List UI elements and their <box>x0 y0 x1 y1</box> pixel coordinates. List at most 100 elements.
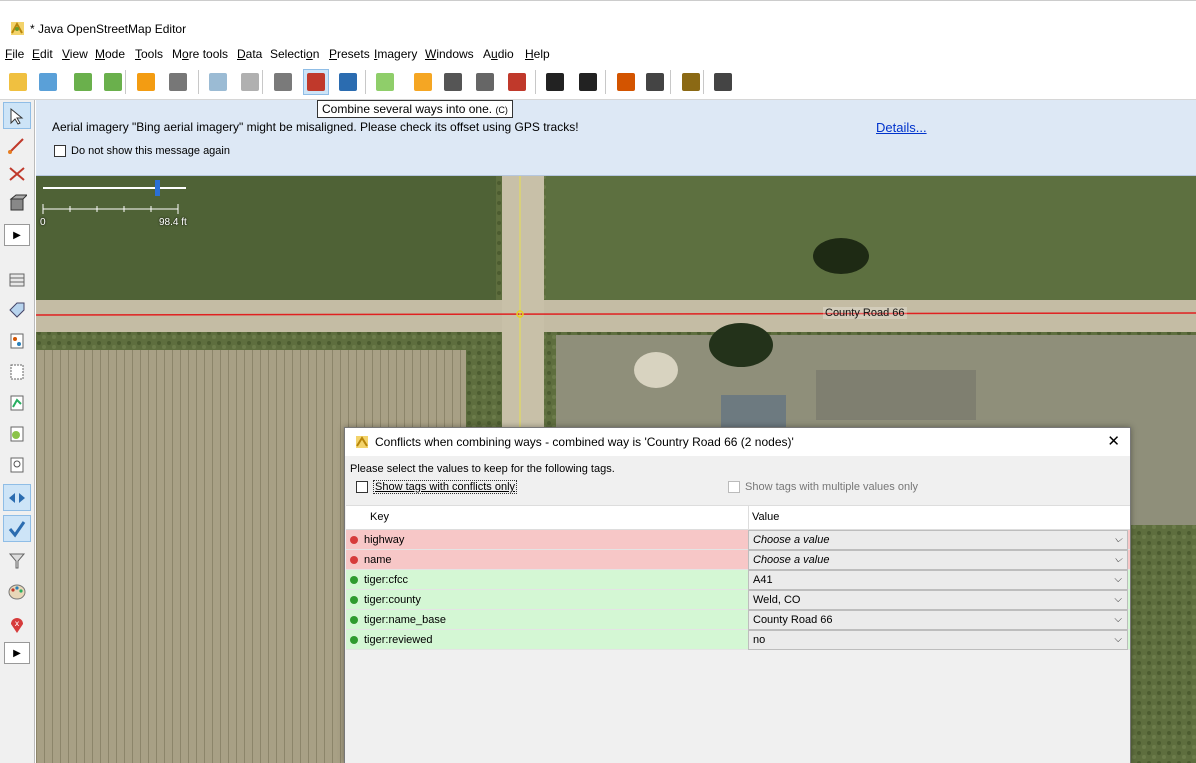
table-row[interactable]: tiger:name_base County Road 66 ⌵ <box>346 610 1130 630</box>
car-button[interactable] <box>542 69 568 95</box>
road-preset-button[interactable] <box>410 69 436 95</box>
tag-value-dropdown[interactable]: no ⌵ <box>748 630 1128 650</box>
wall-preset-button[interactable] <box>504 69 530 95</box>
value-column-header[interactable]: Value <box>752 511 779 523</box>
menu-item[interactable]: Edit <box>32 47 53 61</box>
preset-grid-button[interactable] <box>372 69 398 95</box>
chevron-down-icon[interactable]: ⌵ <box>1114 591 1122 609</box>
menu-item[interactable]: Data <box>237 47 262 61</box>
open-button[interactable] <box>5 69 31 95</box>
menu-item[interactable]: More tools <box>172 47 228 61</box>
select-mode-button[interactable] <box>3 102 31 129</box>
history-button[interactable] <box>3 358 31 385</box>
tag-value-dropdown[interactable]: Weld, CO ⌵ <box>748 590 1128 610</box>
rail-preset-button[interactable] <box>440 69 466 95</box>
tags-button[interactable] <box>3 296 31 323</box>
tooltip-text: Combine several ways into one. <box>322 102 493 116</box>
redo-button[interactable] <box>165 69 191 95</box>
tag-value: County Road 66 <box>753 614 833 626</box>
undo-button[interactable] <box>133 69 159 95</box>
menu-mnemonic: W <box>425 47 437 61</box>
warning-button[interactable] <box>613 69 639 95</box>
reverse-way-button[interactable] <box>335 69 361 95</box>
changeset-icon <box>10 395 24 410</box>
tag-value-dropdown[interactable]: County Road 66 ⌵ <box>748 610 1128 630</box>
menu-item[interactable]: Imagery <box>374 47 417 61</box>
chevron-down-icon[interactable]: ⌵ <box>1114 551 1122 569</box>
table-header: Key Value <box>346 506 1130 530</box>
selection-list-button[interactable] <box>3 327 31 354</box>
checkbox-box[interactable] <box>356 481 368 493</box>
conflict-button[interactable] <box>3 484 31 511</box>
bus-button[interactable] <box>575 69 601 95</box>
improve-way-button[interactable] <box>3 160 31 187</box>
split-way-button[interactable] <box>270 69 296 95</box>
map-paint-button[interactable] <box>3 420 31 447</box>
table-row[interactable]: name Choose a value ⌵ <box>346 550 1130 570</box>
checkbox-box[interactable] <box>54 145 66 157</box>
castle-button[interactable] <box>678 69 704 95</box>
tag-value: Choose a value <box>753 554 830 566</box>
chevron-down-icon[interactable]: ⌵ <box>1114 571 1122 589</box>
download-button[interactable] <box>35 69 61 95</box>
multiple-values-checkbox[interactable]: Show tags with multiple values only <box>728 481 918 493</box>
menu-mnemonic: H <box>525 47 534 61</box>
tag-value-dropdown[interactable]: Choose a value ⌵ <box>748 550 1128 570</box>
chevron-down-icon[interactable]: ⌵ <box>1114 611 1122 629</box>
menu-item[interactable]: View <box>62 47 88 61</box>
combine-way-button[interactable] <box>303 69 329 95</box>
tag-key: tiger:name_base <box>364 614 446 626</box>
chart-button[interactable] <box>710 69 736 95</box>
draw-mode-button[interactable] <box>3 131 31 158</box>
toolbar-separator <box>703 70 704 94</box>
more-modes-arrow[interactable]: ▶ <box>4 224 30 246</box>
menu-text: ools <box>141 47 164 61</box>
validation-button[interactable] <box>3 515 31 542</box>
map-style-button[interactable] <box>3 578 31 605</box>
menu-mnemonic: V <box>62 47 70 61</box>
tag-value-dropdown[interactable]: Choose a value ⌵ <box>748 530 1128 550</box>
conflicts-only-checkbox[interactable]: Show tags with conflicts only <box>356 480 518 494</box>
preferences-button[interactable] <box>237 69 263 95</box>
table-row[interactable]: highway Choose a value ⌵ <box>346 530 1130 550</box>
menu-mnemonic: M <box>95 47 105 61</box>
table-row[interactable]: tiger:county Weld, CO ⌵ <box>346 590 1130 610</box>
close-icon[interactable]: ✕ <box>1107 432 1120 450</box>
key-column-header[interactable]: Key <box>370 511 389 523</box>
menu-item[interactable]: File <box>5 47 24 61</box>
preferences-icon <box>241 73 259 91</box>
menu-item[interactable]: Presets <box>329 47 370 61</box>
details-link[interactable]: Details... <box>876 120 927 135</box>
layers-button[interactable] <box>3 266 31 293</box>
tag-value-dropdown[interactable]: A41 ⌵ <box>748 570 1128 590</box>
notes-button[interactable]: x <box>3 610 31 637</box>
upload-button[interactable] <box>100 69 126 95</box>
more-dialogs-arrow[interactable]: ▶ <box>4 642 30 664</box>
user-list-button[interactable] <box>3 451 31 478</box>
download-object-button[interactable] <box>70 69 96 95</box>
menu-item[interactable]: Audio <box>483 47 514 61</box>
table-row[interactable]: tiger:reviewed no ⌵ <box>346 630 1130 650</box>
menu-item[interactable]: Tools <box>135 47 163 61</box>
food-button[interactable] <box>642 69 668 95</box>
menu-text: n <box>312 47 320 61</box>
extrude-button[interactable] <box>3 189 31 216</box>
conflict-icon <box>9 492 25 503</box>
notes-pin-icon: x <box>11 617 23 633</box>
menu-item[interactable]: Windows <box>425 47 474 61</box>
checkbox-box[interactable] <box>728 481 740 493</box>
triangle-right-icon: ▶ <box>13 229 21 241</box>
chevron-down-icon[interactable]: ⌵ <box>1114 531 1122 549</box>
table-row[interactable]: tiger:cfcc A41 ⌵ <box>346 570 1130 590</box>
menu-item[interactable]: Mode <box>95 47 125 61</box>
filter-button[interactable] <box>3 547 31 574</box>
ok-status-icon <box>350 616 358 624</box>
traffic-signal-button[interactable] <box>472 69 498 95</box>
changeset-button[interactable] <box>3 389 31 416</box>
menu-item[interactable]: Selection <box>270 47 319 61</box>
dont-show-checkbox[interactable]: Do not show this message again <box>54 145 230 157</box>
chevron-down-icon[interactable]: ⌵ <box>1114 631 1122 649</box>
zoom-button[interactable] <box>205 69 231 95</box>
bus-icon <box>579 73 597 91</box>
menu-item[interactable]: Help <box>525 47 550 61</box>
